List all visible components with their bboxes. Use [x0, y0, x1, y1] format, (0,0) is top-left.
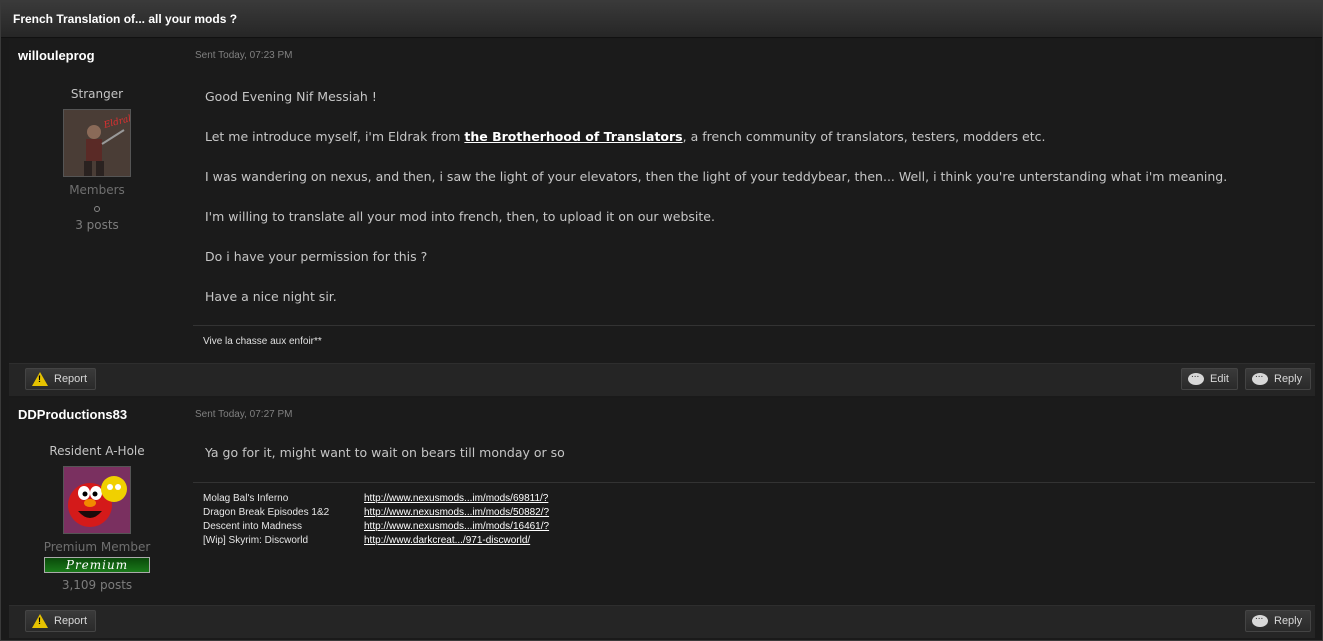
- mod-name: Dragon Break Episodes 1&2: [203, 507, 330, 518]
- reply-button[interactable]: Reply: [1245, 368, 1312, 390]
- mod-name: Molag Bal's Inferno: [203, 493, 289, 504]
- mod-link[interactable]: http://www.nexusmods...im/mods/50882/?: [364, 507, 549, 518]
- avatar[interactable]: [63, 466, 131, 534]
- avatar-image-icon: Eldrak: [64, 110, 130, 176]
- edit-button[interactable]: Edit: [1181, 368, 1238, 390]
- signature: Vive la chasse aux enfoir**: [203, 336, 322, 347]
- post-actions: Report Reply: [9, 605, 1315, 638]
- report-button[interactable]: Report: [25, 368, 97, 390]
- reply-button[interactable]: Reply: [1245, 610, 1312, 632]
- avatar-image-icon: [64, 467, 130, 533]
- warning-icon: [32, 614, 48, 628]
- status-dot-icon: [94, 206, 100, 212]
- thread-title: French Translation of... all your mods ?: [1, 1, 1322, 38]
- author-name[interactable]: DDProductions83: [18, 407, 127, 422]
- author-name[interactable]: willouleprog: [18, 48, 95, 63]
- post-actions: Report Edit Reply: [9, 363, 1315, 396]
- report-label: Report: [54, 373, 88, 385]
- signature-row: Descent into Madness http://www.nexusmod…: [203, 520, 549, 534]
- reply-label: Reply: [1274, 615, 1303, 627]
- report-label: Report: [54, 615, 88, 627]
- signature-row: Dragon Break Episodes 1&2 http://www.nex…: [203, 506, 549, 520]
- post-count: 3 posts: [75, 218, 119, 232]
- mod-name: [Wip] Skyrim: Discworld: [203, 535, 309, 546]
- post-paragraph: Ya go for it, might want to wait on bear…: [205, 445, 565, 460]
- brotherhood-link[interactable]: the Brotherhood of Translators: [464, 129, 682, 144]
- text-segment: , a french community of translators, tes…: [682, 129, 1046, 144]
- post-paragraph: I'm willing to translate all your mod in…: [205, 209, 715, 224]
- author-rank: Stranger: [70, 87, 124, 101]
- post-body: Good Evening Nif Messiah ! Let me introd…: [205, 77, 1227, 317]
- mod-link-cell: http://www.darkcreat.../971-discworld/: [364, 534, 549, 548]
- post-count: 3,109 posts: [61, 578, 133, 592]
- author-info: Resident A-Hole Premium Member Premium 3…: [9, 444, 185, 592]
- member-group: Premium Member: [43, 540, 151, 554]
- post-2: DDProductions83 Resident A-Hole Premium …: [9, 398, 1315, 604]
- reply-icon: [1252, 611, 1268, 627]
- post-1: willouleprog Stranger Eldrak Members 3 p…: [9, 39, 1315, 363]
- author-rank: Resident A-Hole: [49, 444, 145, 458]
- mod-name: Descent into Madness: [203, 521, 302, 532]
- post-paragraph: Have a nice night sir.: [205, 289, 337, 304]
- mod-link-cell: http://www.nexusmods...im/mods/69811/?: [364, 492, 549, 506]
- report-button[interactable]: Report: [25, 610, 97, 632]
- post-paragraph: Good Evening Nif Messiah !: [205, 89, 377, 104]
- reply-label: Reply: [1274, 373, 1303, 385]
- edit-label: Edit: [1210, 373, 1229, 385]
- author-column: DDProductions83 Resident A-Hole Premium …: [9, 398, 185, 604]
- mod-link[interactable]: http://www.nexusmods...im/mods/16461/?: [364, 521, 549, 532]
- thread-panel: French Translation of... all your mods ?…: [0, 0, 1323, 641]
- mod-link[interactable]: http://www.nexusmods...im/mods/69811/?: [364, 493, 548, 504]
- signature-divider: [193, 325, 1315, 326]
- text-segment: Let me introduce myself, i'm Eldrak from: [205, 129, 465, 144]
- post-date: Sent Today, 07:23 PM: [195, 50, 293, 61]
- member-group: Members: [69, 183, 125, 197]
- post-date: Sent Today, 07:27 PM: [195, 409, 293, 420]
- post-body: Ya go for it, might want to wait on bear…: [205, 433, 565, 473]
- mod-link-cell: http://www.nexusmods...im/mods/16461/?: [364, 520, 549, 534]
- edit-icon: [1188, 369, 1204, 385]
- post-paragraph: I was wandering on nexus, and then, i sa…: [205, 169, 1228, 184]
- warning-icon: [32, 372, 48, 386]
- avatar[interactable]: Eldrak: [63, 109, 131, 177]
- author-column: willouleprog Stranger Eldrak Members 3 p…: [9, 39, 185, 363]
- reply-icon: [1252, 369, 1268, 385]
- signature-divider: [193, 482, 1315, 483]
- mod-link-cell: http://www.nexusmods...im/mods/50882/?: [364, 506, 549, 520]
- post-paragraph: Do i have your permission for this ?: [205, 249, 428, 264]
- author-info: Stranger Eldrak Members 3 posts: [9, 87, 185, 232]
- signature-table: Molag Bal's Inferno http://www.nexusmods…: [203, 492, 549, 548]
- premium-badge: Premium: [44, 557, 150, 573]
- mod-link[interactable]: http://www.darkcreat.../971-discworld/: [364, 535, 530, 546]
- post-paragraph: Let me introduce myself, i'm Eldrak from…: [205, 117, 1227, 157]
- signature: Molag Bal's Inferno http://www.nexusmods…: [203, 492, 549, 548]
- signature-row: [Wip] Skyrim: Discworld http://www.darkc…: [203, 534, 549, 548]
- signature-row: Molag Bal's Inferno http://www.nexusmods…: [203, 492, 549, 506]
